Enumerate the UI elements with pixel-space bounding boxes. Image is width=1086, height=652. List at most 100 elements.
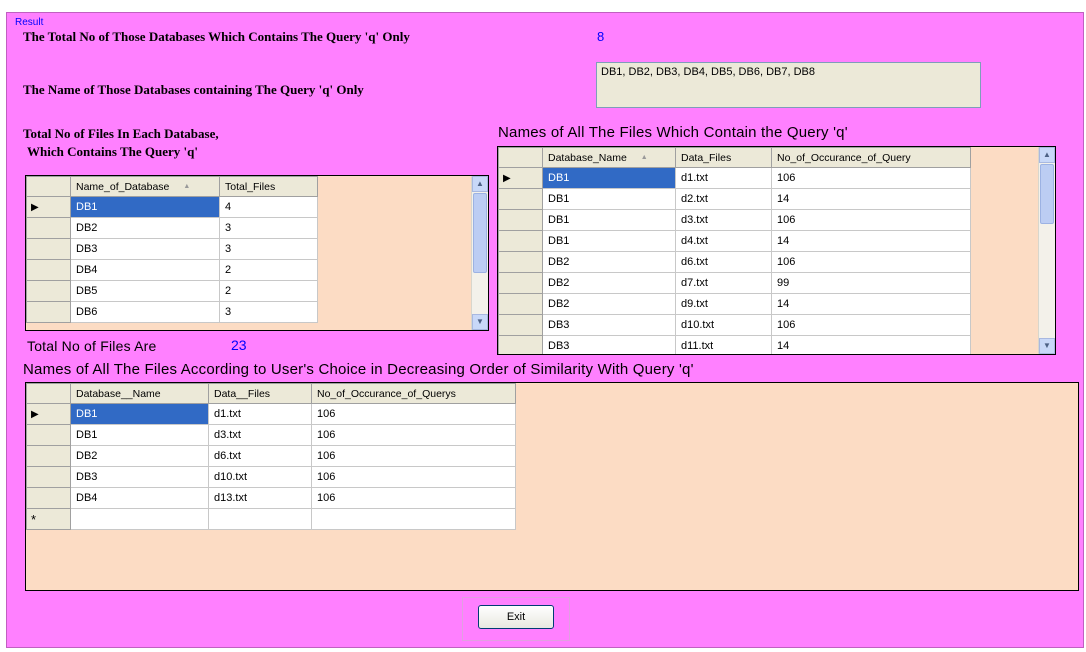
cell-occurrences[interactable]: 106 xyxy=(311,424,516,446)
column-header-data-files[interactable]: Data_Files xyxy=(675,147,772,168)
cell-data-file[interactable]: d1.txt xyxy=(208,403,312,425)
column-header-total-files[interactable]: Total_Files xyxy=(219,176,318,197)
row-header[interactable] xyxy=(26,487,71,509)
cell-database[interactable]: DB4 xyxy=(70,259,220,281)
column-header-occurrences[interactable]: No_of_Occurance_of_Query xyxy=(771,147,971,168)
row-header[interactable] xyxy=(498,335,543,354)
table-row[interactable]: DB5 2 xyxy=(26,280,318,302)
chevron-up-icon[interactable]: ▲ xyxy=(1039,147,1055,163)
cell-database[interactable]: DB1 xyxy=(70,424,209,446)
cell-database[interactable]: DB1 xyxy=(542,209,676,231)
cell-data-file[interactable]: d1.txt xyxy=(675,167,772,189)
cell-occurrences[interactable]: 99 xyxy=(771,272,971,294)
row-header[interactable] xyxy=(26,466,71,488)
row-header[interactable] xyxy=(26,301,71,323)
cell-database[interactable]: DB1 xyxy=(70,196,220,218)
vertical-scrollbar[interactable]: ▲ ▼ xyxy=(1038,147,1055,354)
cell-database[interactable]: DB3 xyxy=(542,335,676,354)
cell-total-files[interactable]: 2 xyxy=(219,259,318,281)
table-row[interactable]: DB2 d7.txt 99 xyxy=(498,272,971,294)
table-row[interactable]: ▶ DB1 4 xyxy=(26,196,318,218)
table-row[interactable]: DB1 d4.txt 14 xyxy=(498,230,971,252)
cell-occurrences[interactable]: 106 xyxy=(311,466,516,488)
cell-database[interactable]: DB2 xyxy=(542,251,676,273)
table-row[interactable]: DB1 d3.txt 106 xyxy=(26,424,516,446)
table-row[interactable]: DB3 d10.txt 106 xyxy=(498,314,971,336)
cell-data-file[interactable]: d7.txt xyxy=(675,272,772,294)
cell-database[interactable]: DB4 xyxy=(70,487,209,509)
row-header[interactable] xyxy=(26,238,71,260)
cell-occurrences[interactable]: 106 xyxy=(311,445,516,467)
row-header[interactable] xyxy=(498,251,543,273)
cell-total-files[interactable]: 4 xyxy=(219,196,318,218)
row-header[interactable] xyxy=(498,188,543,210)
chevron-down-icon[interactable]: ▼ xyxy=(1039,338,1055,354)
column-header-database-name[interactable]: Database__Name xyxy=(70,383,209,404)
table-row[interactable]: DB1 d2.txt 14 xyxy=(498,188,971,210)
chevron-up-icon[interactable]: ▲ xyxy=(472,176,488,192)
table-row[interactable]: DB2 d9.txt 14 xyxy=(498,293,971,315)
choice-files-grid[interactable]: Database__Name Data__Files No_of_Occuran… xyxy=(25,382,1079,591)
table-row[interactable]: ▶ DB1 d1.txt 106 xyxy=(498,167,971,189)
table-row[interactable]: DB2 3 xyxy=(26,217,318,239)
cell-occurrences[interactable]: 106 xyxy=(771,314,971,336)
exit-button[interactable]: Exit xyxy=(478,605,554,629)
row-header[interactable] xyxy=(498,272,543,294)
vertical-scrollbar[interactable]: ▲ ▼ xyxy=(471,176,488,330)
row-header[interactable] xyxy=(498,209,543,231)
cell-data-file[interactable]: d13.txt xyxy=(208,487,312,509)
cell-database[interactable]: DB1 xyxy=(70,403,209,425)
new-row-asterisk-icon[interactable]: * xyxy=(26,508,71,530)
cell-database[interactable]: DB2 xyxy=(70,445,209,467)
chevron-down-icon[interactable]: ▼ xyxy=(472,314,488,330)
cell-occurrences[interactable]: 14 xyxy=(771,293,971,315)
cell-occurrences[interactable]: 106 xyxy=(311,487,516,509)
column-header-database-name[interactable]: Database_Name ▲ xyxy=(542,147,676,168)
row-header[interactable] xyxy=(498,293,543,315)
scrollbar-thumb[interactable] xyxy=(1040,164,1054,224)
cell-database[interactable]: DB3 xyxy=(542,314,676,336)
cell-database[interactable]: DB3 xyxy=(70,466,209,488)
cell-data-file[interactable]: d10.txt xyxy=(208,466,312,488)
table-row[interactable]: DB1 d3.txt 106 xyxy=(498,209,971,231)
cell-occurrences[interactable]: 106 xyxy=(771,209,971,231)
cell-total-files[interactable]: 3 xyxy=(219,238,318,260)
cell-database[interactable]: DB3 xyxy=(70,238,220,260)
cell-data-file[interactable]: d10.txt xyxy=(675,314,772,336)
cell-database[interactable]: DB1 xyxy=(542,167,676,189)
cell-database[interactable]: DB6 xyxy=(70,301,220,323)
table-row[interactable]: DB3 3 xyxy=(26,238,318,260)
cell-database[interactable]: DB1 xyxy=(542,188,676,210)
cell-database[interactable]: DB2 xyxy=(70,217,220,239)
column-header-data-files[interactable]: Data__Files xyxy=(208,383,312,404)
cell-database[interactable]: DB2 xyxy=(542,272,676,294)
files-per-db-grid[interactable]: Name_of_Database ▲ Total_Files ▶ DB1 4 DB… xyxy=(25,175,489,331)
column-header-occurrences[interactable]: No_of_Occurance_of_Querys xyxy=(311,383,516,404)
table-row[interactable]: ▶ DB1 d1.txt 106 xyxy=(26,403,516,425)
cell-data-file[interactable]: d9.txt xyxy=(675,293,772,315)
row-pointer-icon[interactable]: ▶ xyxy=(26,196,71,218)
cell-occurrences[interactable]: 14 xyxy=(771,188,971,210)
row-header[interactable] xyxy=(26,259,71,281)
scrollbar-thumb[interactable] xyxy=(473,193,487,273)
row-header[interactable] xyxy=(26,280,71,302)
cell-occurrences[interactable]: 106 xyxy=(311,403,516,425)
cell-data-file[interactable]: d11.txt xyxy=(675,335,772,354)
cell-occurrences[interactable]: 14 xyxy=(771,335,971,354)
cell-database[interactable]: DB2 xyxy=(542,293,676,315)
cell-occurrences[interactable] xyxy=(311,508,516,530)
all-files-grid[interactable]: Database_Name ▲ Data_Files No_of_Occuranc… xyxy=(497,146,1056,355)
cell-data-file[interactable]: d2.txt xyxy=(675,188,772,210)
row-header[interactable] xyxy=(498,230,543,252)
row-header[interactable] xyxy=(26,445,71,467)
cell-database[interactable] xyxy=(70,508,209,530)
cell-data-file[interactable]: d4.txt xyxy=(675,230,772,252)
table-row[interactable]: DB4 2 xyxy=(26,259,318,281)
cell-occurrences[interactable]: 14 xyxy=(771,230,971,252)
cell-data-file[interactable]: d6.txt xyxy=(208,445,312,467)
cell-data-file[interactable]: d3.txt xyxy=(208,424,312,446)
table-row[interactable]: DB6 3 xyxy=(26,301,318,323)
db-names-textbox[interactable]: DB1, DB2, DB3, DB4, DB5, DB6, DB7, DB8 xyxy=(596,62,981,108)
table-row[interactable]: DB3 d11.txt 14 xyxy=(498,335,971,354)
cell-occurrences[interactable]: 106 xyxy=(771,167,971,189)
